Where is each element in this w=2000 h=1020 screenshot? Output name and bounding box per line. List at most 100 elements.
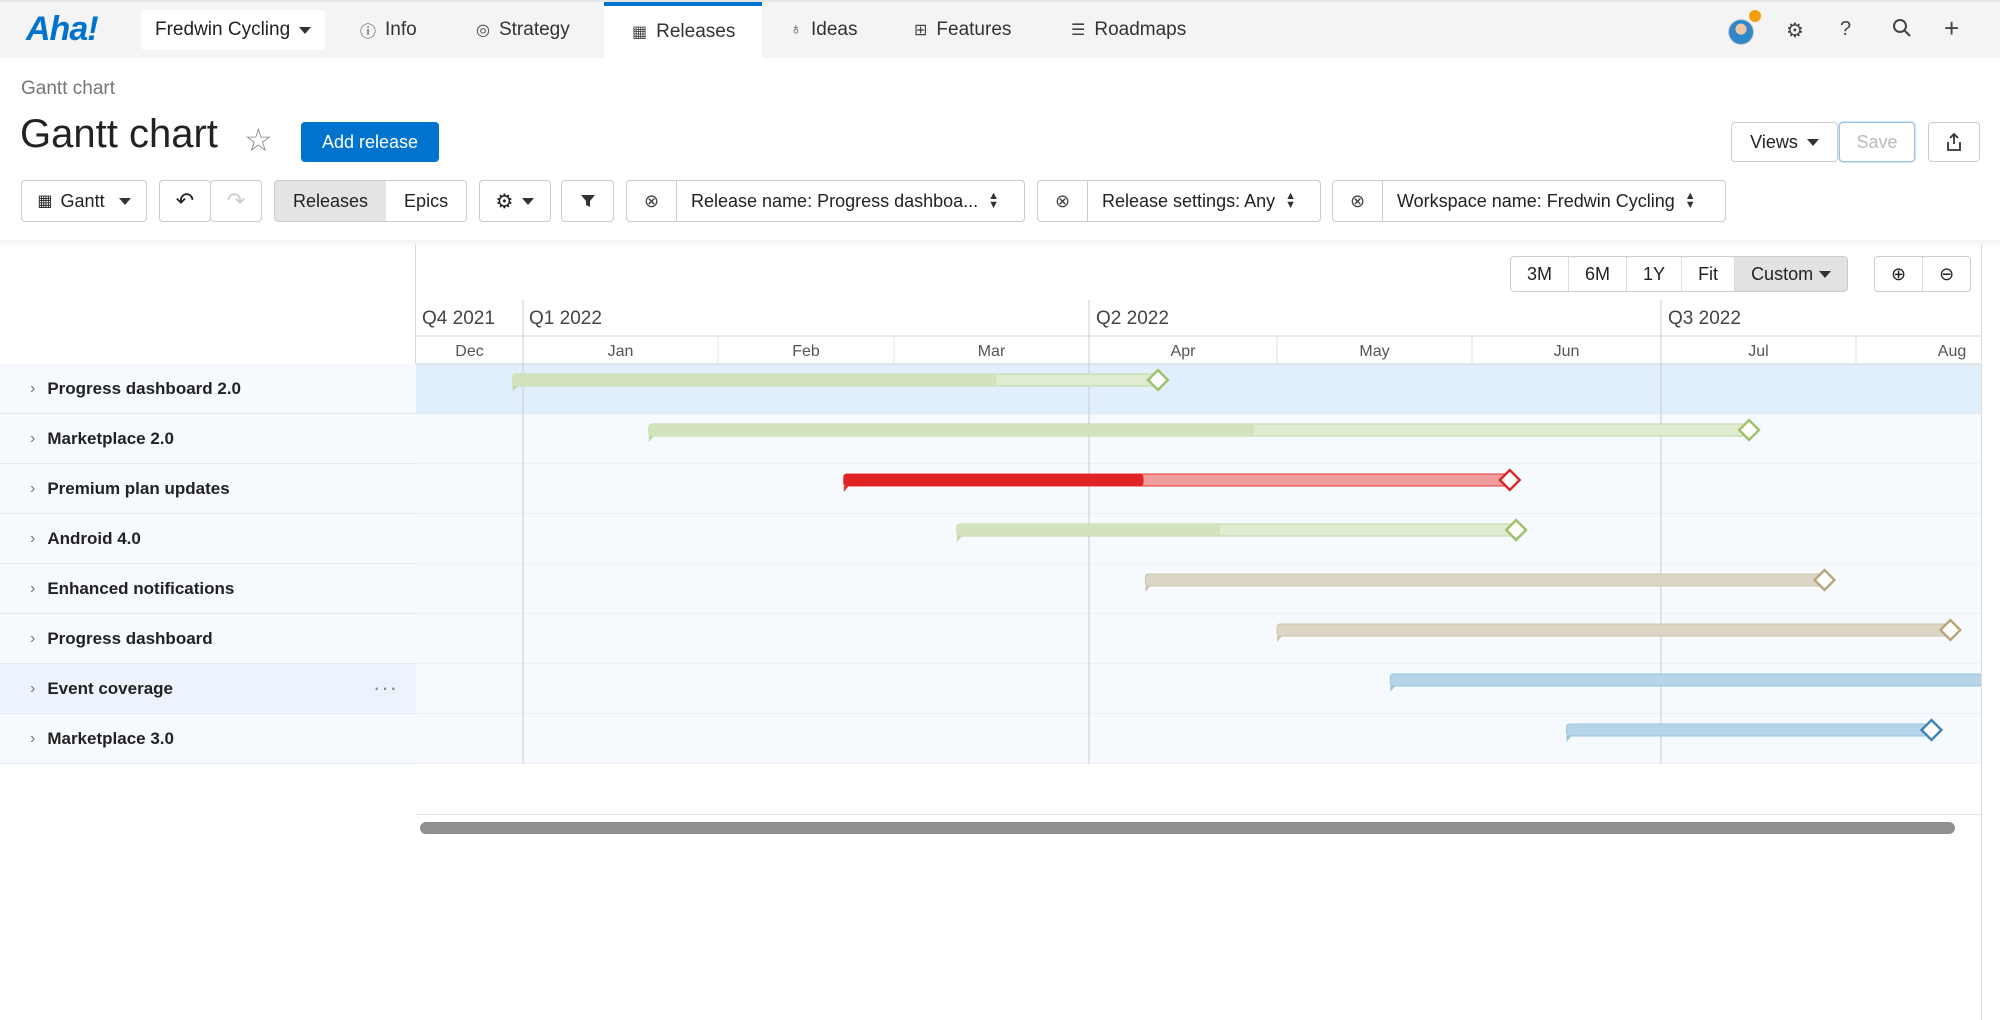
target-icon: ◎ — [476, 22, 490, 39]
workspace-selector[interactable]: Fredwin Cycling — [141, 10, 326, 50]
release-name[interactable]: Android 4.0 — [47, 529, 141, 549]
chevron-down-icon — [299, 26, 312, 34]
chevron-right-icon[interactable]: › — [30, 380, 35, 398]
gear-icon[interactable]: ⚙ — [1786, 18, 1804, 43]
chevron-down-icon — [118, 197, 131, 205]
save-button[interactable]: Save — [1839, 122, 1915, 162]
calendar-icon: ▦ — [632, 24, 648, 41]
release-name[interactable]: Premium plan updates — [47, 479, 229, 499]
filter-release-name[interactable]: ⊗ Release name: Progress dashboa... ▲ ▼ — [626, 180, 1025, 222]
chevron-right-icon[interactable]: › — [30, 480, 35, 498]
horizontal-scrollbar[interactable] — [420, 822, 1955, 834]
sort-arrows-icon: ▲ ▼ — [1684, 190, 1696, 211]
top-nav: Aha! Fredwin Cycling ⓘ Info ◎ Strategy ▦… — [0, 0, 2000, 58]
quarter-label: Q2 2022 — [1096, 308, 1169, 329]
release-row[interactable]: › Progress dashboard 2.0 — [0, 364, 416, 414]
segment-releases[interactable]: Releases — [275, 181, 387, 221]
tab-label: Strategy — [498, 19, 570, 40]
redo-icon: ↷ — [226, 188, 246, 213]
remove-filter-icon[interactable]: ⊗ — [1333, 181, 1383, 221]
tab-info[interactable]: ⓘ Info — [360, 2, 417, 58]
add-icon[interactable]: + — [1944, 13, 1959, 44]
chevron-right-icon[interactable]: › — [30, 530, 35, 548]
release-row[interactable]: › Marketplace 3.0 — [0, 714, 416, 764]
filter-icon — [580, 195, 595, 207]
release-row[interactable]: › Marketplace 2.0 — [0, 414, 416, 464]
release-progress — [512, 374, 997, 386]
undo-button[interactable]: ↶ — [159, 180, 211, 222]
month-label: Dec — [455, 343, 483, 360]
chevron-right-icon[interactable]: › — [30, 430, 35, 448]
workspace-name: Fredwin Cycling — [155, 19, 291, 40]
release-name[interactable]: Marketplace 3.0 — [47, 729, 174, 749]
avatar[interactable] — [1728, 19, 1754, 45]
redo-button[interactable]: ↷ — [210, 180, 262, 222]
filter-label: Release name: Progress dashboa... — [691, 190, 979, 211]
chevron-right-icon[interactable]: › — [30, 630, 35, 648]
search-icon[interactable] — [1892, 18, 1912, 44]
month-label: Aug — [1938, 343, 1966, 360]
undo-icon: ↶ — [175, 188, 195, 213]
release-name[interactable]: Event coverage — [47, 679, 173, 699]
roadmap-icon: ☰ — [1071, 22, 1086, 39]
tab-releases[interactable]: ▦ Releases — [604, 2, 762, 58]
gantt-view-select[interactable]: ▦ Gantt — [21, 180, 147, 222]
tab-features[interactable]: ⊞ Features — [914, 2, 1011, 58]
settings-button[interactable]: ⚙ — [479, 180, 551, 222]
sort-arrows-icon: ▲ ▼ — [988, 190, 1000, 211]
month-label: May — [1359, 343, 1389, 360]
star-icon[interactable]: ☆ — [244, 124, 273, 156]
release-name[interactable]: Progress dashboard — [47, 629, 212, 649]
filter-workspace-name[interactable]: ⊗ Workspace name: Fredwin Cycling ▲ ▼ — [1332, 180, 1726, 222]
sort-arrows-icon: ▲ ▼ — [1285, 190, 1296, 211]
quarter-label: Q3 2022 — [1668, 308, 1741, 329]
release-row[interactable]: › Premium plan updates — [0, 464, 416, 514]
release-row[interactable]: › Event coverage ··· — [0, 664, 416, 714]
filter-release-settings[interactable]: ⊗ Release settings: Any ▲ ▼ — [1037, 180, 1321, 222]
chevron-down-icon — [522, 197, 535, 205]
row-background — [416, 714, 1982, 764]
release-bar — [1566, 723, 1932, 737]
help-icon[interactable]: ? — [1840, 18, 1851, 41]
release-row[interactable]: › Enhanced notifications — [0, 564, 416, 614]
segment-epics[interactable]: Epics — [386, 181, 467, 221]
month-label: Jan — [608, 343, 634, 360]
release-bar — [1144, 573, 1826, 587]
chevron-right-icon[interactable]: › — [30, 680, 35, 698]
breadcrumb[interactable]: Gantt chart — [21, 78, 115, 100]
add-release-button[interactable]: Add release — [301, 122, 439, 162]
more-icon[interactable]: ··· — [373, 675, 398, 701]
release-bar — [1389, 673, 1982, 687]
filter-label: Release settings: Any — [1102, 190, 1276, 211]
release-progress — [843, 474, 1144, 486]
chevron-right-icon[interactable]: › — [30, 580, 35, 598]
share-button[interactable] — [1928, 122, 1980, 162]
tab-ideas[interactable]: ♁ Ideas — [790, 2, 857, 58]
release-progress — [648, 424, 1254, 436]
notification-badge — [1749, 10, 1761, 22]
release-name[interactable]: Marketplace 2.0 — [47, 429, 174, 449]
tab-label: Roadmaps — [1094, 19, 1187, 40]
release-name[interactable]: Enhanced notifications — [47, 579, 234, 599]
gantt-timeline: Q4 2021 Q1 2022 Q2 2022 Q3 2022 Dec Jan Feb Mar… — [416, 300, 1982, 764]
divider — [1981, 244, 1982, 1020]
release-row[interactable]: › Progress dashboard — [0, 614, 416, 664]
release-row[interactable]: › Android 4.0 — [0, 514, 416, 564]
remove-filter-icon[interactable]: ⊗ — [627, 181, 677, 221]
views-button[interactable]: Views — [1731, 122, 1838, 162]
chevron-down-icon — [1806, 138, 1819, 146]
month-label: Jul — [1748, 343, 1768, 360]
row-background — [416, 364, 1982, 414]
calendar-icon: ▦ — [37, 193, 53, 210]
chevron-right-icon[interactable]: › — [30, 730, 35, 748]
quarter-label: Q4 2021 — [422, 308, 495, 329]
tab-strategy[interactable]: ◎ Strategy — [476, 2, 570, 58]
aha-logo[interactable]: Aha! — [26, 10, 99, 49]
release-name[interactable]: Progress dashboard 2.0 — [47, 379, 241, 399]
tab-roadmaps[interactable]: ☰ Roadmaps — [1071, 2, 1186, 58]
month-label: Jun — [1554, 343, 1580, 360]
filter-label: Workspace name: Fredwin Cycling — [1397, 190, 1675, 211]
filter-button[interactable] — [561, 180, 614, 222]
remove-filter-icon[interactable]: ⊗ — [1038, 181, 1088, 221]
share-icon — [1947, 133, 1961, 151]
